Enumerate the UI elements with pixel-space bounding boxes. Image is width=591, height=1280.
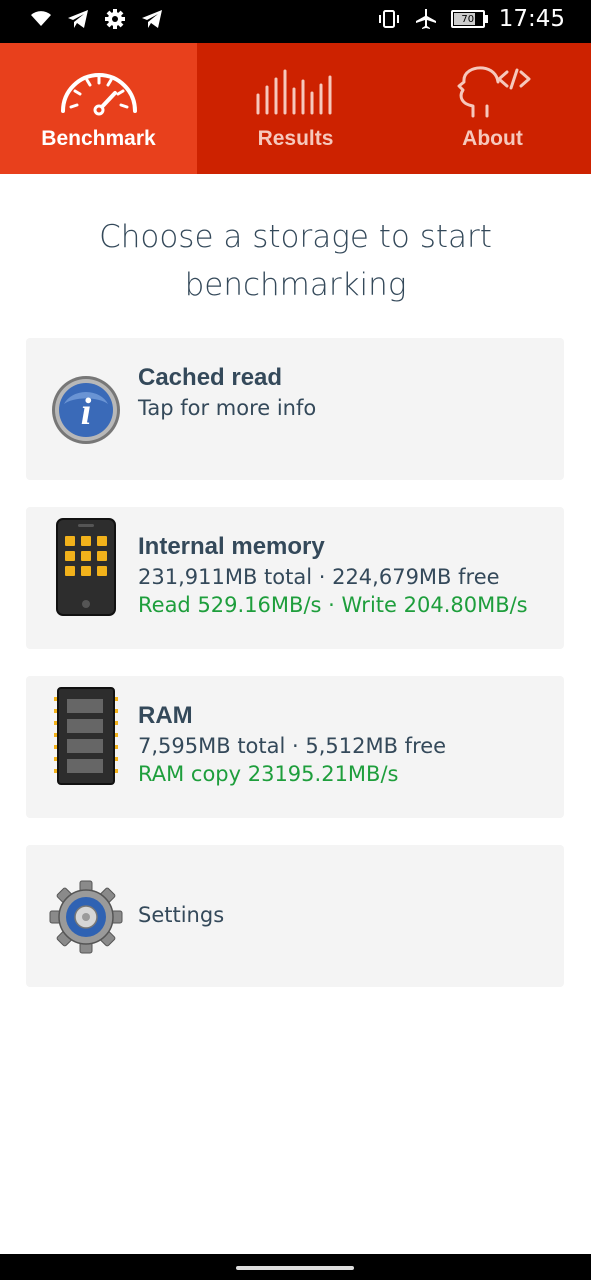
phone-icon	[48, 518, 124, 616]
status-icons-left	[30, 8, 164, 30]
ram-title: RAM	[138, 702, 193, 729]
tab-results-label: Results	[257, 127, 334, 150]
gear-icon	[105, 9, 125, 29]
settings-card[interactable]: Settings	[26, 845, 564, 987]
tab-about[interactable]: About	[394, 43, 591, 174]
cached-read-subtitle: Tap for more info	[138, 396, 317, 420]
telegram-icon	[142, 10, 162, 28]
system-nav-bar	[0, 1254, 591, 1280]
internal-memory-speed: Read 529.16MB/s · Write 204.80MB/s	[138, 593, 528, 617]
tab-benchmark-label: Benchmark	[41, 127, 156, 150]
battery-icon: 70	[450, 10, 488, 28]
internal-memory-title: Internal memory	[138, 533, 325, 560]
settings-gear-icon	[48, 879, 124, 955]
cached-read-title: Cached read	[138, 364, 283, 391]
tab-bar: Benchmark Results About	[0, 43, 591, 174]
tab-benchmark[interactable]: Benchmark	[0, 43, 197, 174]
ram-card[interactable]: RAM 7,595MB total · 5,512MB free RAM cop…	[26, 676, 564, 818]
info-icon: i	[48, 372, 124, 448]
status-bar: 70 17:45	[0, 0, 591, 43]
page-heading: Choose a storage to start benchmarking	[0, 213, 591, 309]
ram-chip-icon	[48, 687, 124, 785]
battery-level: 70	[461, 13, 475, 25]
settings-label: Settings	[138, 903, 225, 927]
heading-line-2: benchmarking	[184, 267, 407, 303]
heading-line-1: Choose a storage to start	[99, 219, 492, 255]
clock: 17:45	[498, 6, 565, 32]
tab-about-label: About	[462, 127, 523, 150]
telegram-icon	[68, 10, 88, 28]
vibrate-icon	[378, 10, 399, 28]
internal-memory-capacity: 231,911MB total · 224,679MB free	[138, 565, 500, 589]
speedometer-icon	[60, 73, 137, 116]
svg-text:i: i	[81, 391, 92, 433]
tab-results[interactable]: Results	[197, 43, 394, 174]
wifi-icon	[31, 11, 51, 26]
airplane-icon	[415, 9, 436, 29]
ram-speed: RAM copy 23195.21MB/s	[138, 762, 399, 786]
status-icons-right: 70 17:45	[377, 6, 565, 32]
head-code-icon	[457, 66, 530, 118]
home-gesture-handle[interactable]	[236, 1266, 354, 1270]
ram-capacity: 7,595MB total · 5,512MB free	[138, 734, 447, 758]
cached-read-card[interactable]: i Cached read Tap for more info	[26, 338, 564, 480]
internal-memory-card[interactable]: Internal memory 231,911MB total · 224,67…	[26, 507, 564, 649]
bars-icon	[256, 69, 331, 115]
